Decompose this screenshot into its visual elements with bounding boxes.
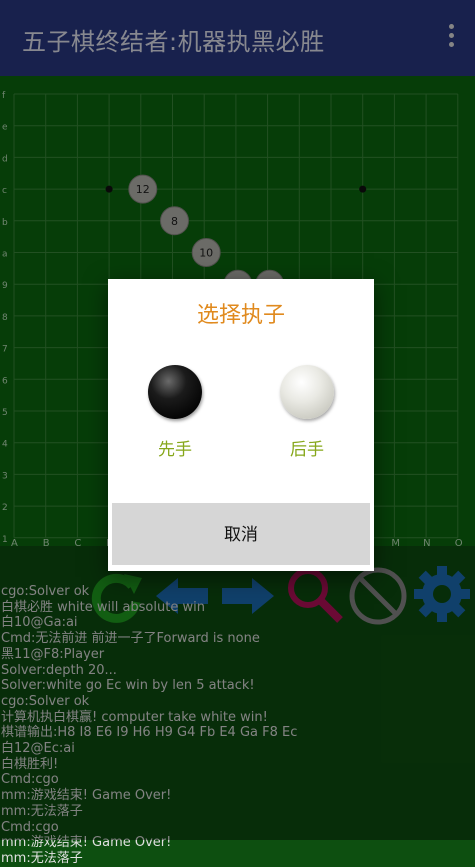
black-stone-icon[interactable] bbox=[148, 365, 202, 419]
play-second-option[interactable]: 后手 bbox=[252, 365, 362, 465]
play-second-label: 后手 bbox=[290, 440, 324, 460]
choose-side-dialog: 选择执子 先手 后手 取消 bbox=[108, 279, 374, 571]
white-stone-icon[interactable] bbox=[280, 365, 334, 419]
play-first-option[interactable]: 先手 bbox=[120, 365, 230, 465]
cancel-button[interactable]: 取消 bbox=[112, 503, 370, 565]
dialog-title: 选择执子 bbox=[196, 303, 285, 328]
play-first-label: 先手 bbox=[158, 440, 192, 460]
log-line: mm:无法落子 bbox=[1, 850, 83, 866]
